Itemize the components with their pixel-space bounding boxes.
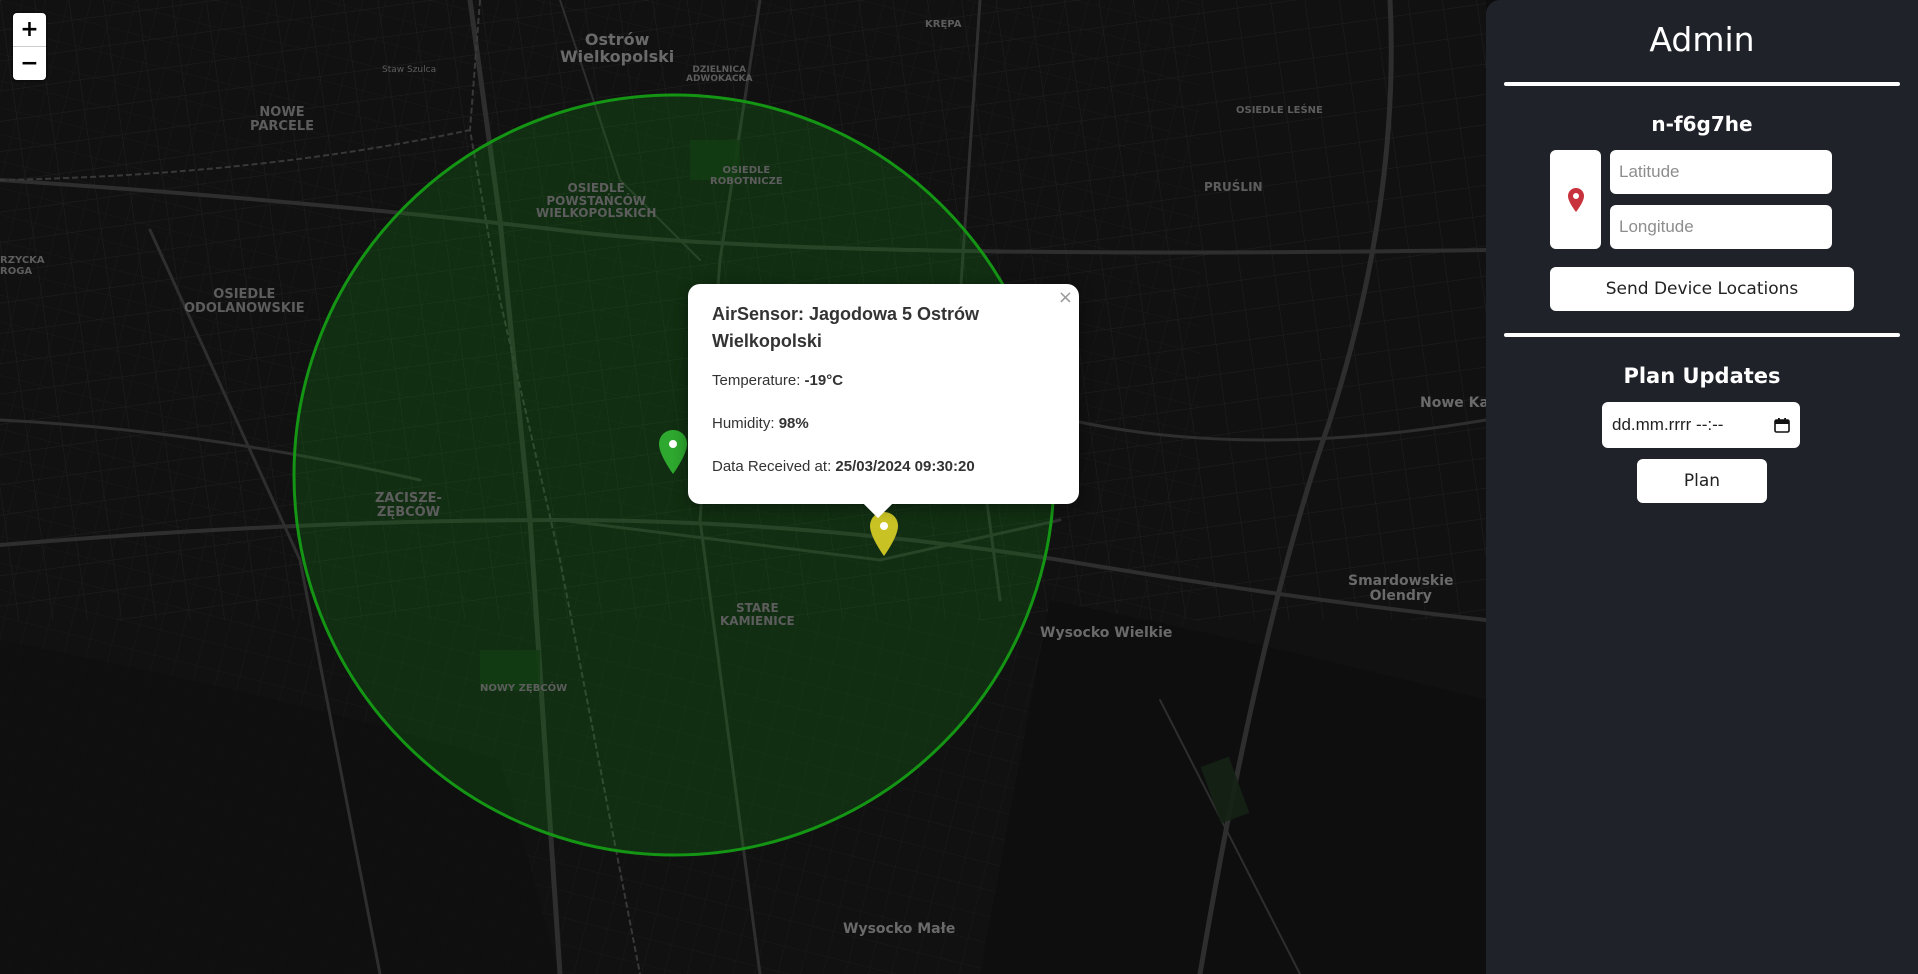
send-device-locations-button[interactable]: Send Device Locations [1550,267,1854,311]
popup-temperature: Temperature: -19°C [712,371,1055,390]
plan-updates-title: Plan Updates [1623,364,1781,388]
map-pin-icon [1567,187,1584,212]
location-picker-button[interactable] [1550,150,1601,249]
popup-title: AirSensor: Jagodowa 5 Ostrów Wielkopolsk… [712,304,980,351]
plan-button[interactable]: Plan [1637,459,1767,503]
received-value: 25/03/2024 09:30:20 [835,458,975,475]
divider [1504,82,1900,86]
received-label: Data Received at: [712,458,832,475]
datetime-input[interactable]: dd.mm.rrrr --:-- [1602,402,1800,448]
yellow-sensor-marker[interactable] [869,511,899,562]
device-id: n-f6g7he [1651,112,1753,136]
humidity-value: 98% [778,415,809,432]
latitude-input[interactable] [1610,150,1832,194]
calendar-icon[interactable] [1774,417,1790,433]
map-pin-icon [870,512,898,556]
admin-panel: Admin n-f6g7he Send Device Locations Pla… [1486,0,1918,974]
popup-humidity: Humidity: 98% [712,414,1055,433]
green-sensor-marker[interactable] [658,429,688,480]
zoom-in-button[interactable]: + [13,13,46,46]
zoom-out-button[interactable]: − [13,46,46,80]
app-root: Ostrów Wielkopolski KRĘPA Staw Szulca DZ… [0,0,1918,974]
divider [1504,333,1900,337]
sensor-popup: × AirSensor: Jagodowa 5 Ostrów Wielkopol… [688,284,1079,519]
humidity-label: Humidity: [712,415,775,432]
map-view[interactable]: Ostrów Wielkopolski KRĘPA Staw Szulca DZ… [0,0,1486,974]
popup-received-at: Data Received at: 25/03/2024 09:30:20 [712,457,1055,476]
zoom-control: + − [13,13,46,80]
map-pin-icon [659,430,687,474]
panel-title: Admin [1649,20,1755,59]
temperature-value: -19°C [804,372,844,389]
datetime-placeholder: dd.mm.rrrr --:-- [1612,415,1724,434]
temperature-label: Temperature: [712,372,801,389]
longitude-input[interactable] [1610,205,1832,249]
